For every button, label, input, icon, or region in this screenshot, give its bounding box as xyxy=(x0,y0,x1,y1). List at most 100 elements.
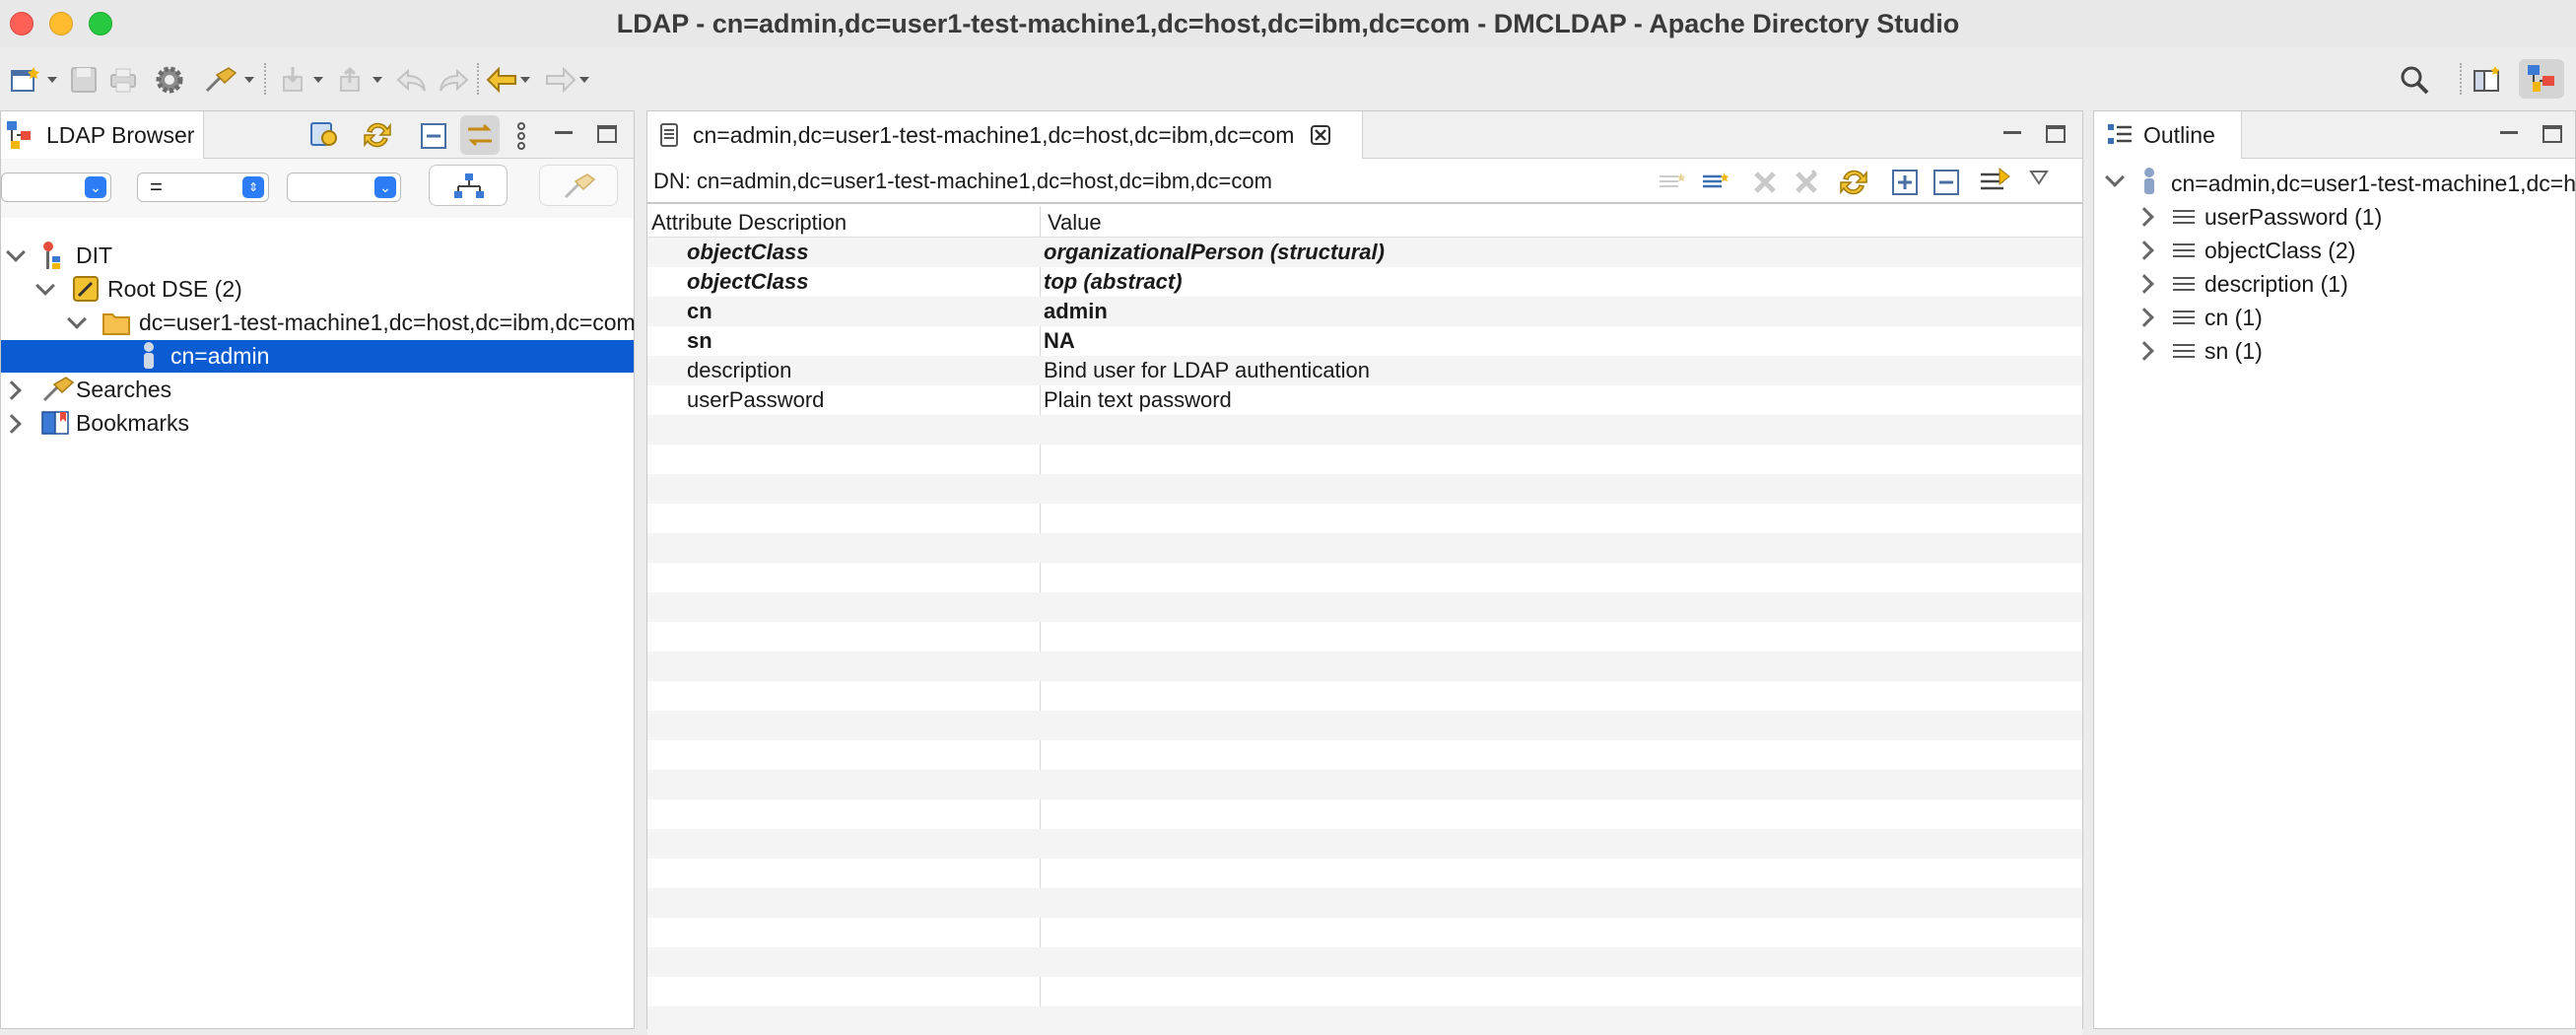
attribute-lines-icon xyxy=(2173,242,2195,259)
entry-editor-tabbar: cn=admin,dc=user1-test-machine1,dc=host,… xyxy=(647,111,2082,159)
table-row[interactable]: cn admin xyxy=(647,297,2082,326)
editor-sort-icon[interactable] xyxy=(1978,165,2013,203)
preferences-gear-icon[interactable] xyxy=(154,65,185,95)
chevron-down-icon[interactable] xyxy=(35,276,55,296)
attribute-name: objectClass xyxy=(687,240,809,264)
delete-icon[interactable] xyxy=(1751,169,1779,201)
collapse-all-icon[interactable] xyxy=(419,121,448,156)
tab-outline[interactable]: Outline xyxy=(2094,111,2242,159)
chevron-right-icon[interactable] xyxy=(2135,308,2154,327)
column-attribute-description[interactable]: Attribute Description xyxy=(651,210,847,236)
tree-node-dit-label: DIT xyxy=(76,242,113,268)
tree-node-base-dn[interactable]: dc=user1-test-machine1,dc=host,dc=ibm,dc… xyxy=(1,307,636,339)
operator-select-value: = xyxy=(150,174,163,199)
attributes-table-header: Attribute Description Value xyxy=(647,206,2082,238)
back-history-icon[interactable] xyxy=(394,65,428,95)
navigate-back-icon[interactable] xyxy=(485,65,518,95)
close-tab-icon[interactable] xyxy=(1310,124,1331,146)
tree-node-root-dse[interactable]: Root DSE (2) xyxy=(1,273,634,306)
empty-table-row xyxy=(647,888,2082,918)
chevron-right-icon[interactable] xyxy=(2135,274,2154,294)
editor-view-menu-icon[interactable] xyxy=(2029,169,2049,191)
operator-select[interactable]: = ⇕ xyxy=(137,172,269,202)
new-wizard-icon[interactable] xyxy=(10,65,41,95)
attribute-select[interactable]: ⌄ xyxy=(1,172,111,202)
attribute-value[interactable]: top (abstract) xyxy=(1044,267,1183,297)
table-row[interactable]: userPassword Plain text password xyxy=(647,385,2082,415)
column-value[interactable]: Value xyxy=(1048,210,1102,236)
ldap-connect-icon[interactable] xyxy=(203,65,238,95)
forward-history-icon[interactable] xyxy=(438,65,471,95)
value-select[interactable]: ⌄ xyxy=(287,172,401,202)
expand-all-icon[interactable] xyxy=(1891,169,1919,201)
entry-editor-panel: cn=admin,dc=user1-test-machine1,dc=host,… xyxy=(646,110,2083,1035)
maximize-outline-button[interactable] xyxy=(2542,123,2563,145)
search-icon[interactable] xyxy=(2399,65,2430,95)
view-menu-icon[interactable] xyxy=(513,121,529,156)
navigate-back-dropdown-icon[interactable] xyxy=(520,77,530,83)
chevron-right-icon[interactable] xyxy=(2135,341,2154,361)
outline-item-label: userPassword (1) xyxy=(2204,203,2383,230)
new-wizard-dropdown-icon[interactable] xyxy=(47,77,57,83)
new-attribute-icon[interactable] xyxy=(1700,167,1731,201)
chevron-right-icon[interactable] xyxy=(2,380,22,400)
refresh-entry-icon[interactable] xyxy=(1838,167,1869,203)
link-with-editor-icon[interactable] xyxy=(460,115,500,155)
chevron-right-icon[interactable] xyxy=(2135,241,2154,260)
tree-node-searches[interactable]: Searches xyxy=(1,374,634,406)
maximize-icon xyxy=(2046,125,2066,143)
save-icon[interactable] xyxy=(69,65,99,95)
toolbar-separator xyxy=(2460,63,2462,95)
maximize-editor-button[interactable] xyxy=(2045,123,2067,145)
outline-tree: cn=admin,dc=user1-test-machine1,dc=host,… xyxy=(2094,159,2575,1028)
chevron-down-icon[interactable] xyxy=(67,310,87,329)
print-icon[interactable] xyxy=(108,65,138,95)
attribute-value[interactable]: NA xyxy=(1044,326,1075,356)
navigate-forward-dropdown-icon[interactable] xyxy=(579,77,589,83)
tree-node-cn-admin[interactable]: cn=admin xyxy=(1,340,634,373)
attribute-value[interactable]: admin xyxy=(1044,297,1108,326)
new-value-icon[interactable] xyxy=(1657,167,1688,201)
table-row[interactable]: objectClass top (abstract) xyxy=(647,267,2082,297)
chevron-down-icon[interactable] xyxy=(6,242,26,262)
attribute-value[interactable]: organizationalPerson (structural) xyxy=(1044,238,1385,267)
export-dropdown-icon[interactable] xyxy=(373,77,382,83)
maximize-view-button[interactable] xyxy=(596,123,618,145)
navigate-forward-icon[interactable] xyxy=(544,65,577,95)
chevron-right-icon[interactable] xyxy=(2135,207,2154,227)
tab-ldap-browser[interactable]: LDAP Browser xyxy=(1,111,204,159)
export-icon[interactable] xyxy=(335,65,365,95)
tab-entry-editor-label: cn=admin,dc=user1-test-machine1,dc=host,… xyxy=(693,121,1295,148)
ldap-perspective-icon[interactable] xyxy=(2519,59,2564,99)
tree-node-bookmarks[interactable]: Bookmarks xyxy=(1,407,634,440)
import-icon[interactable] xyxy=(278,65,307,95)
tree-node-dit[interactable]: DIT xyxy=(1,240,634,272)
table-row[interactable]: sn NA xyxy=(647,326,2082,356)
search-hierarchy-button[interactable] xyxy=(429,165,508,206)
collapse-all-icon[interactable] xyxy=(1932,169,1960,201)
import-dropdown-icon[interactable] xyxy=(313,77,323,83)
attribute-value[interactable]: Bind user for LDAP authentication xyxy=(1044,356,1370,385)
chevron-right-icon[interactable] xyxy=(2,414,22,434)
clear-search-button[interactable] xyxy=(539,165,618,206)
minimize-outline-button[interactable] xyxy=(2498,123,2520,145)
hierarchy-icon xyxy=(454,173,484,198)
attribute-lines-icon xyxy=(2173,309,2195,326)
tab-entry-editor[interactable]: cn=admin,dc=user1-test-machine1,dc=host,… xyxy=(647,111,1363,159)
chevron-down-icon[interactable] xyxy=(2105,168,2125,187)
open-perspective-icon[interactable] xyxy=(2472,65,2503,95)
table-row[interactable]: description Bind user for LDAP authentic… xyxy=(647,356,2082,385)
maximize-icon xyxy=(2542,125,2562,143)
table-row[interactable]: objectClass organizationalPerson (struct… xyxy=(647,238,2082,267)
empty-table-row xyxy=(647,711,2082,740)
toolbar-separator xyxy=(477,63,479,95)
attribute-name: objectClass xyxy=(687,269,809,294)
ldap-connect-dropdown-icon[interactable] xyxy=(244,77,254,83)
attribute-value[interactable]: Plain text password xyxy=(1044,385,1232,415)
refresh-icon[interactable] xyxy=(362,119,393,156)
empty-table-row xyxy=(647,829,2082,859)
minimize-editor-button[interactable] xyxy=(2001,123,2023,145)
open-search-result-icon[interactable] xyxy=(308,119,340,156)
delete-all-icon[interactable] xyxy=(1793,169,1822,201)
minimize-view-button[interactable] xyxy=(553,123,575,145)
